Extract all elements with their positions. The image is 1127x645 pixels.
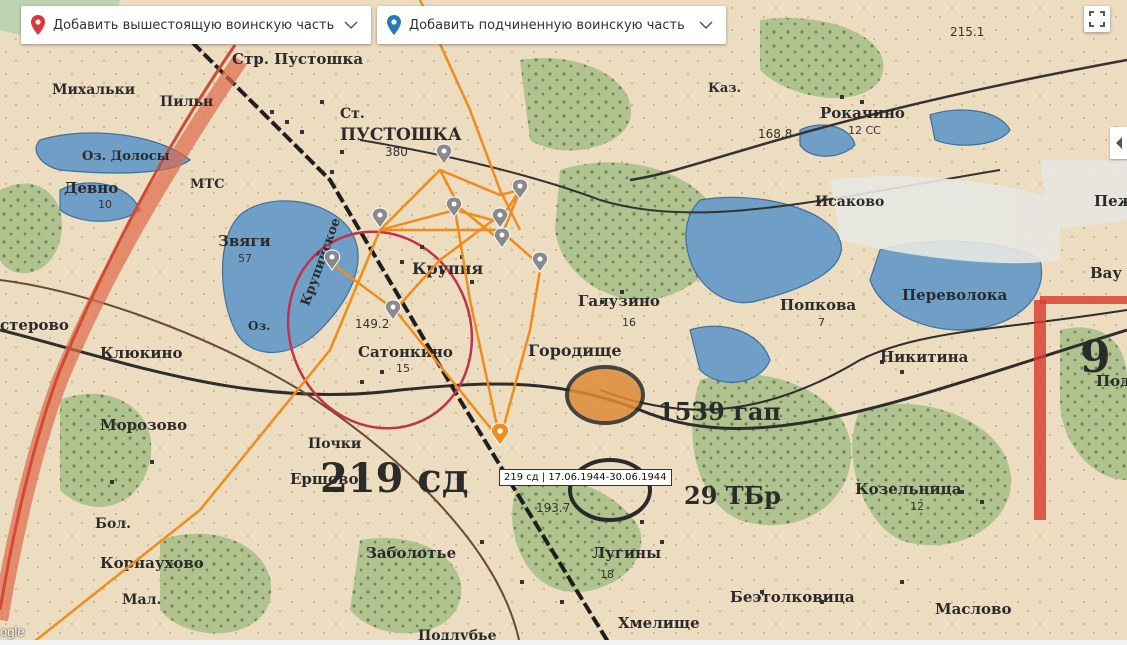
chevron-down-icon <box>699 21 713 30</box>
label-kaz: Каз. <box>708 81 741 96</box>
fullscreen-icon <box>1089 11 1105 27</box>
label-219sd: 219 сд <box>320 455 468 502</box>
label-devno: Девно <box>64 179 118 197</box>
label-perevoloka: Переволока <box>902 286 1008 304</box>
label-380: 380 <box>385 145 408 159</box>
label-lugini-n: 18 <box>600 568 614 581</box>
label-nikitina: Никитина <box>880 348 969 366</box>
label-zvagi: Звяги <box>218 232 271 250</box>
label-149: 149.2 <box>355 317 389 331</box>
label-popkova-n: 7 <box>818 316 825 329</box>
label-pustoshka: ПУСТОШКА <box>340 125 462 145</box>
label-pustoshka-st: Стр. Пустошка <box>232 50 363 68</box>
add-superior-unit-select[interactable]: Добавить вышестоящую воинскую часть <box>21 6 371 44</box>
label-168: 168.8 <box>758 127 792 141</box>
label-satonkino-n: 15 <box>396 362 410 375</box>
label-9: 9 <box>1080 332 1111 383</box>
add-superior-unit-label: Добавить вышестоящую воинскую часть <box>53 17 335 33</box>
label-zabolotye: Заболотье <box>366 544 456 562</box>
label-pochki: Почки <box>308 436 361 452</box>
marker-tooltip: 219 сд | 17.06.1944-30.06.1944 <box>499 469 672 486</box>
label-12ss: 12 СС <box>848 124 881 137</box>
label-215: 215.1 <box>950 25 984 39</box>
chevron-down-icon <box>344 21 358 30</box>
label-bol: Бол. <box>95 516 131 532</box>
label-morozovo: Морозово <box>100 416 187 434</box>
map-canvas[interactable]: Стр. Пустошка ПУСТОШКА Ст. 380 Михальки … <box>0 0 1127 645</box>
label-klyukino: Клюкино <box>100 344 183 362</box>
map-attribution: ogle <box>0 624 25 639</box>
map-pin-icon <box>31 15 45 35</box>
map-pin-icon <box>387 15 401 35</box>
label-zvagi-n: 57 <box>238 252 252 265</box>
label-gorodishche: Городище <box>528 341 622 360</box>
label-lugini: Лугины <box>592 544 661 562</box>
add-subordinate-unit-select[interactable]: Добавить подчиненную воинскую часть <box>377 6 726 44</box>
label-khmelishche: Хмелище <box>618 614 700 632</box>
label-kornaukhovo: Корнаухово <box>100 554 204 572</box>
fullscreen-button[interactable] <box>1084 6 1110 32</box>
label-krupiya: Крупня <box>412 259 483 278</box>
bottom-bar <box>0 640 1127 645</box>
label-kozelnitsa: Козельница <box>855 480 962 498</box>
label-1539gap: 1539 гап <box>658 397 781 426</box>
label-oz-dolosy: Оз. Долосы <box>82 149 170 164</box>
label-isakovo: Исаково <box>815 194 884 210</box>
label-mikhalki: Михальки <box>52 82 135 98</box>
label-maslovo: Маслово <box>935 600 1011 618</box>
label-st: Ст. <box>340 106 365 122</box>
side-panel-toggle[interactable] <box>1110 127 1127 159</box>
label-popkova: Попкова <box>780 296 856 314</box>
label-galuzino-n: 16 <box>622 316 636 329</box>
label-oz-krup: Оз. <box>248 319 270 333</box>
label-devno-n: 10 <box>98 198 112 211</box>
label-galuzino: Галузино <box>578 292 660 310</box>
label-mts: МТС <box>190 177 224 192</box>
label-29tbr: 29 ТБр <box>684 481 781 510</box>
label-pilni: Пильн <box>160 94 213 110</box>
label-satonkino: Сатонкино <box>358 343 453 361</box>
label-beztolkovitsa: Беэтолковица <box>730 588 855 606</box>
label-kozelnitsa-n: 12 <box>910 500 924 513</box>
label-pezhe: Пеже <box>1094 192 1127 210</box>
label-sterovo: стерово <box>0 316 69 334</box>
label-193: 193.7 <box>536 501 570 515</box>
label-mal: Мал. <box>122 592 161 608</box>
chevron-left-icon <box>1115 137 1122 149</box>
label-rokachino: Рокачино <box>820 104 905 122</box>
label-vau: Вау <box>1090 264 1122 282</box>
add-subordinate-unit-label: Добавить подчиненную воинскую часть <box>409 17 685 33</box>
